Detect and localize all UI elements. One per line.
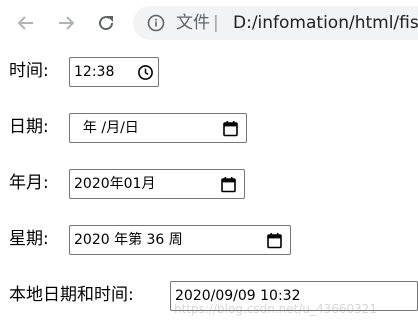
week-value: 2020 年第 36 周 (74, 232, 183, 248)
week-label: 星期: (9, 229, 49, 249)
reload-icon (99, 16, 114, 31)
datetime-local-label: 本地日期和时间: (9, 285, 134, 305)
arrow-right-icon (59, 16, 75, 30)
date-input[interactable]: 年 /月/日 (69, 113, 247, 143)
calendar-icon[interactable] (222, 120, 239, 137)
address-bar[interactable]: 文件 | D:/infomation/html/fis (133, 6, 418, 40)
address-separator: | (213, 13, 219, 33)
time-label: 时间: (9, 61, 49, 81)
month-value: 2020年01月 (74, 176, 156, 192)
info-icon[interactable] (147, 14, 165, 32)
browser-toolbar: 文件 | D:/infomation/html/fis (0, 0, 418, 46)
time-input[interactable]: 12:38 (69, 57, 159, 87)
date-value: 年 /月/日 (74, 120, 139, 136)
reload-button[interactable] (90, 7, 122, 39)
calendar-icon[interactable] (266, 232, 283, 249)
month-label: 年月: (9, 173, 49, 193)
week-input[interactable]: 2020 年第 36 周 (69, 225, 291, 255)
datetime-local-input[interactable]: 2020/09/09 10:32 (170, 281, 418, 311)
datetime-local-value: 2020/09/09 10:32 (175, 288, 301, 304)
forward-button[interactable] (50, 7, 82, 39)
calendar-icon[interactable] (220, 176, 237, 193)
date-label: 日期: (9, 117, 49, 137)
clock-icon[interactable] (137, 64, 154, 81)
back-button[interactable] (10, 7, 42, 39)
time-value: 12:38 (74, 64, 115, 80)
month-input[interactable]: 2020年01月 (69, 169, 245, 199)
arrow-left-icon (17, 16, 33, 30)
url-text[interactable]: D:/infomation/html/fis (233, 12, 418, 34)
page-type-label: 文件 (176, 13, 210, 33)
